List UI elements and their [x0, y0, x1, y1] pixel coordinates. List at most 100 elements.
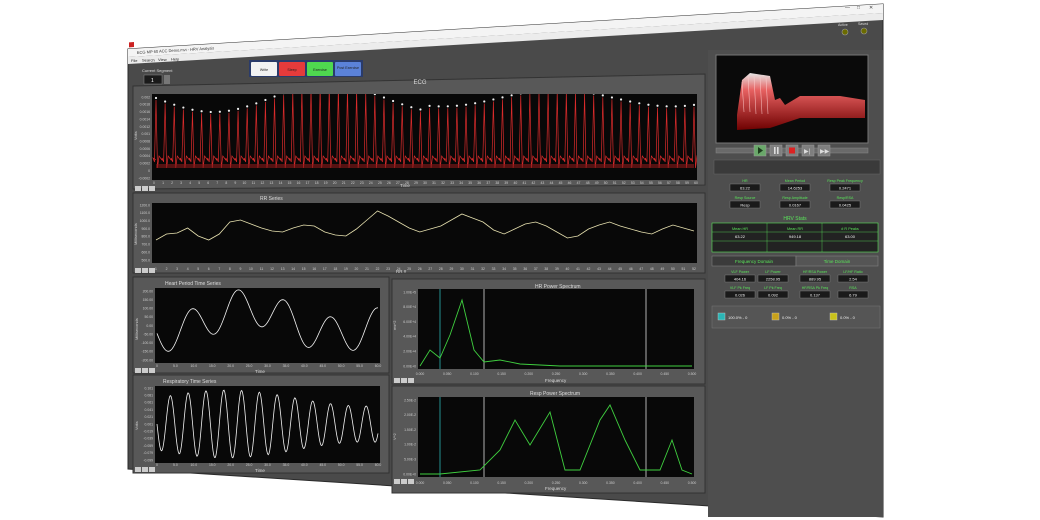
y-tick-label: 5.00E-3 — [404, 458, 416, 462]
r-peak-marker — [154, 96, 158, 100]
close-button[interactable]: ✕ — [869, 5, 873, 11]
x-tick-label: 35.0 — [283, 463, 290, 467]
rs-xlabel: Frequency — [545, 486, 567, 491]
x-tick-label: 5.0 — [173, 463, 178, 467]
y-tick-label: 0.001 — [142, 132, 151, 136]
saved-led-label: Saved — [858, 22, 868, 26]
y-tick-label: 100.00 — [143, 307, 153, 311]
rs-panel-tools[interactable] — [394, 479, 414, 484]
y-tick-label: 50.00 — [145, 315, 154, 319]
freq-stat-label: VLF Pk Freq — [730, 286, 750, 290]
segment-stepper[interactable] — [164, 75, 170, 84]
x-tick-label: 51 — [613, 181, 617, 185]
menu-help[interactable]: Help — [171, 57, 180, 62]
x-tick-label: 50 — [671, 267, 675, 271]
x-tick-label: 0.500 — [688, 372, 697, 376]
x-tick-label: 36 — [523, 267, 527, 271]
hrs-panel-tools[interactable] — [394, 378, 414, 383]
x-tick-label: 3 — [176, 267, 178, 271]
y-tick-label: 0.0018 — [140, 103, 150, 107]
x-tick-label: 55 — [649, 181, 653, 185]
x-tick-label: 4 — [187, 267, 189, 271]
minimize-button[interactable]: — — [845, 5, 850, 11]
legend-swatch — [771, 312, 780, 321]
y-tick-label: 0.0016 — [140, 110, 150, 114]
x-tick-label: 10.0 — [191, 364, 198, 368]
r-peak-marker — [382, 96, 386, 99]
ecg-panel-tools[interactable] — [135, 186, 155, 191]
hp-panel-tools[interactable] — [135, 368, 155, 373]
x-tick-label: 0.000 — [416, 481, 425, 485]
x-tick-label: 38 — [544, 267, 548, 271]
maximize-button[interactable]: □ — [857, 5, 860, 11]
y-tick-label: 0.061 — [145, 401, 154, 405]
r-peak-marker — [638, 102, 641, 105]
x-tick-label: 10 — [249, 267, 253, 271]
x-tick-label: 22 — [376, 267, 380, 271]
x-tick-label: 45 — [559, 181, 563, 185]
r-peak-marker — [437, 105, 440, 108]
r-peak-marker — [164, 100, 167, 103]
r-peak-marker — [419, 108, 422, 111]
x-tick-label: 19 — [324, 181, 328, 185]
menu-view[interactable]: View — [158, 57, 167, 62]
hrv-analysis-app: ECG MP 60 ACC Demo.mvi - HRV Analysis — … — [0, 0, 1040, 520]
ecg-panel: ECG Volts Time 0.0020.00180.00160.00140.… — [132, 73, 706, 191]
heart-period-panel: Heart Period Time Series Milliseconds Ti… — [132, 276, 390, 374]
x-tick-label: 36 — [477, 181, 481, 185]
ecg-x-ticks: 0 1 2 3 4 5 6 7 8 9 10 11 12 13 14 15 16 17 18 19 20 21 22 23 24… — [153, 181, 698, 185]
freq-stat-label: LF Power — [765, 270, 781, 274]
hrv-stat-value: 63.00 — [845, 234, 856, 239]
x-tick-label: 59 — [685, 181, 689, 185]
r-peak-marker — [200, 110, 203, 113]
x-tick-label: 16 — [312, 267, 316, 271]
x-tick-label: 17 — [323, 267, 327, 271]
y-tick-label: -100.00 — [142, 341, 154, 345]
x-tick-label: 9 — [234, 181, 236, 185]
x-tick-label: 0.050 — [443, 372, 452, 376]
x-tick-label: 0.450 — [661, 481, 670, 485]
r-peak-marker — [474, 102, 477, 105]
x-tick-label: 33 — [450, 181, 454, 185]
legend-swatch — [717, 312, 726, 321]
x-tick-label: 44 — [608, 267, 612, 271]
freq-stat-label: HF/RSA Pk Freq — [802, 286, 829, 290]
x-tick-label: 42 — [532, 181, 536, 185]
x-tick-label: 31 — [471, 267, 475, 271]
segment-value: 1 — [151, 78, 154, 84]
menu-search[interactable]: Search — [142, 58, 155, 63]
y-tick-label: 4.00E+4 — [403, 335, 416, 339]
x-tick-label: 0.450 — [661, 372, 670, 376]
hrs-xlabel: Frequency — [545, 378, 567, 383]
y-tick-label: 0.021 — [145, 415, 154, 419]
y-tick-label: 1.50E-2 — [404, 428, 416, 432]
scroll-strip[interactable] — [713, 159, 881, 175]
x-tick-label: 49 — [660, 267, 664, 271]
r-peak-marker — [610, 96, 614, 99]
x-tick-label: 23 — [360, 181, 364, 185]
pause-button[interactable] — [769, 144, 783, 157]
r-peak-marker — [410, 106, 413, 109]
freq-stat-label: VLF Power — [731, 270, 750, 274]
x-tick-label: 0.400 — [633, 481, 642, 485]
r-peak-marker — [446, 105, 449, 108]
x-tick-label: 50.0 — [338, 364, 345, 368]
r-peak-marker — [236, 107, 240, 110]
x-tick-label: 60.0 — [375, 463, 382, 467]
x-tick-label: 52 — [692, 267, 696, 271]
rr-panel-tools[interactable] — [135, 268, 155, 273]
resp-panel-tools[interactable] — [135, 467, 155, 472]
tab-time-domain-label: Time Domain — [824, 259, 851, 264]
x-tick-label: 22 — [351, 181, 355, 185]
x-tick-label: 55.0 — [356, 463, 363, 467]
legend-label: 0.0% - 0 — [840, 315, 856, 320]
x-tick-label: 0.350 — [606, 481, 615, 485]
y-tick-label: -200.00 — [142, 358, 154, 362]
resp-title: Respiratory Time Series — [163, 379, 217, 385]
x-tick-label: 41 — [522, 181, 526, 185]
hp-ylabel: Milliseconds — [134, 318, 139, 340]
x-tick-label: 47 — [639, 267, 643, 271]
x-tick-label: 31 — [432, 181, 436, 185]
stat-label: Resp/RSA — [837, 196, 854, 200]
menu-file[interactable]: File — [131, 58, 138, 63]
